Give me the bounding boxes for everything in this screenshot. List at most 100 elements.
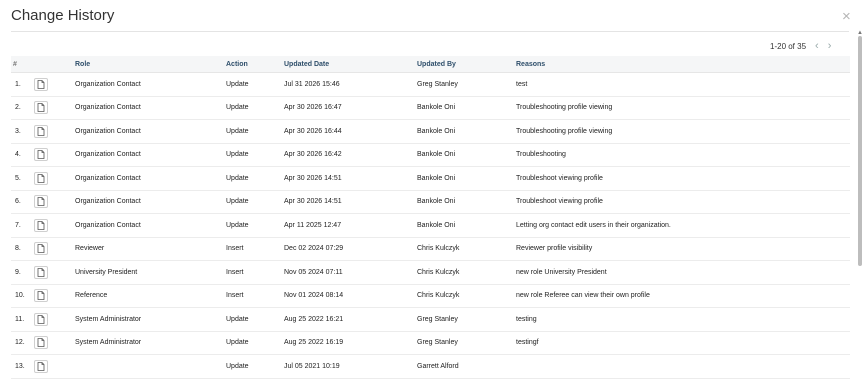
row-role: Reference — [75, 292, 108, 300]
row-updated-by: Bankole Oni — [417, 127, 456, 135]
row-role: Organization Contact — [75, 221, 141, 229]
row-updated-date: Apr 30 2026 14:51 — [284, 198, 342, 206]
row-action: Update — [226, 198, 249, 206]
header-role[interactable]: Role — [75, 61, 226, 68]
table-row: 11. System Administrator Update Aug 25 2022… — [11, 308, 850, 332]
pagination-range: 1-20 of 35 — [770, 41, 807, 51]
row-updated-by: Garrett Alford — [417, 362, 459, 370]
document-icon[interactable] — [34, 148, 48, 162]
row-action: Insert — [226, 268, 244, 276]
scrollbar-thumb[interactable] — [858, 36, 862, 266]
row-action: Insert — [226, 292, 244, 300]
row-updated-date: Jul 05 2021 10:19 — [284, 362, 340, 370]
document-icon[interactable] — [34, 124, 48, 138]
row-number: 5. — [15, 174, 21, 182]
row-updated-by: Bankole Oni — [417, 174, 456, 182]
row-role: Organization Contact — [75, 151, 141, 159]
chevron-right-icon[interactable]: › — [828, 40, 832, 52]
row-number: 10. — [15, 292, 25, 300]
document-icon[interactable] — [34, 336, 48, 350]
row-role: University President — [75, 268, 138, 276]
row-reason: Troubleshooting profile viewing — [516, 104, 613, 112]
row-reason: test — [516, 80, 528, 88]
row-updated-date: Apr 30 2026 16:42 — [284, 151, 342, 159]
row-reason: testingf — [516, 339, 539, 347]
row-role: Organization Contact — [75, 104, 141, 112]
row-reason: Troubleshoot viewing profile — [516, 174, 603, 182]
row-updated-by: Chris Kulczyk — [417, 292, 460, 300]
row-action: Update — [226, 221, 249, 229]
row-updated-by: Greg Stanley — [417, 80, 458, 88]
row-action: Insert — [226, 245, 244, 253]
document-icon[interactable] — [34, 242, 48, 256]
pagination: 1-20 of 35 ‹ › — [770, 40, 831, 52]
table-row: 2. Organization Contact Update Apr 30 2026 … — [11, 97, 850, 120]
row-action: Update — [226, 104, 249, 112]
row-number: 7. — [15, 221, 21, 229]
document-icon[interactable] — [34, 195, 48, 209]
document-icon[interactable] — [34, 265, 48, 279]
row-reason: Troubleshooting profile viewing — [516, 127, 613, 135]
header-updated-by[interactable]: Updated By — [417, 61, 516, 68]
row-updated-date: Apr 30 2026 16:44 — [284, 127, 342, 135]
document-icon[interactable] — [34, 101, 48, 115]
row-role: Organization Contact — [75, 198, 141, 206]
row-role: System Administrator — [75, 315, 142, 323]
table-row: 3. Organization Contact Update Apr 30 2026 … — [11, 120, 850, 144]
row-updated-by: Bankole Oni — [417, 151, 456, 159]
table-body: 1. Organization Contact Update Jul 31 2026 … — [11, 73, 850, 379]
row-updated-date: Jul 31 2026 15:46 — [284, 80, 340, 88]
change-history-table: # Role Action Updated Date Updated By Re… — [11, 56, 850, 379]
table-row: 8. Reviewer Insert Dec 02 2024 07:29 Chris K… — [11, 238, 850, 261]
table-row: 7. Organization Contact Update Apr 11 2025 … — [11, 214, 850, 238]
row-number: 2. — [15, 104, 21, 112]
row-updated-date: Nov 01 2024 08:14 — [284, 292, 344, 300]
row-updated-date: Aug 25 2022 16:21 — [284, 315, 344, 323]
row-role: Reviewer — [75, 245, 105, 253]
row-reason: new role Referee can view their own prof… — [516, 292, 650, 300]
table-row: 12. System Administrator Update Aug 25 2022… — [11, 332, 850, 355]
row-number: 3. — [15, 127, 21, 135]
row-action: Update — [226, 151, 249, 159]
close-icon[interactable]: × — [842, 8, 851, 25]
header-reasons[interactable]: Reasons — [516, 61, 850, 68]
row-role: Organization Contact — [75, 174, 141, 182]
row-updated-by: Chris Kulczyk — [417, 245, 460, 253]
table-header: # Role Action Updated Date Updated By Re… — [11, 56, 850, 73]
header-action[interactable]: Action — [226, 61, 284, 68]
row-action: Update — [226, 362, 249, 370]
row-number: 11. — [15, 315, 25, 323]
table-row: 10. Reference Insert Nov 01 2024 08:14 Chris… — [11, 285, 850, 308]
table-row: 1. Organization Contact Update Jul 31 2026 … — [11, 73, 850, 97]
row-updated-date: Apr 11 2025 12:47 — [284, 221, 342, 229]
row-updated-date: Apr 30 2026 14:51 — [284, 174, 342, 182]
row-action: Update — [226, 174, 249, 182]
row-reason: Troubleshoot viewing profile — [516, 198, 603, 206]
row-updated-date: Aug 25 2022 16:19 — [284, 339, 344, 347]
header-updated-date[interactable]: Updated Date — [284, 61, 417, 68]
table-row: 13. Update Jul 05 2021 10:19 Garrett Alford — [11, 355, 850, 379]
row-action: Update — [226, 127, 249, 135]
row-updated-date: Apr 30 2026 16:47 — [284, 104, 342, 112]
document-icon[interactable] — [34, 289, 48, 303]
row-updated-by: Bankole Oni — [417, 198, 456, 206]
row-updated-by: Greg Stanley — [417, 339, 458, 347]
document-icon[interactable] — [34, 171, 48, 185]
row-action: Update — [226, 339, 249, 347]
row-reason: Reviewer profile visibility — [516, 245, 593, 253]
row-number: 6. — [15, 198, 21, 206]
row-number: 12. — [15, 339, 25, 347]
document-icon[interactable] — [34, 359, 48, 373]
row-action: Update — [226, 80, 249, 88]
row-updated-date: Nov 05 2024 07:11 — [284, 268, 343, 276]
document-icon[interactable] — [34, 312, 48, 326]
table-row: 6. Organization Contact Update Apr 30 2026 … — [11, 191, 850, 214]
row-updated-date: Dec 02 2024 07:29 — [284, 245, 344, 253]
document-icon[interactable] — [34, 77, 48, 91]
chevron-left-icon[interactable]: ‹ — [815, 40, 819, 52]
title-divider — [11, 31, 849, 32]
row-updated-by: Greg Stanley — [417, 315, 458, 323]
row-number: 1. — [15, 80, 21, 88]
document-icon[interactable] — [34, 218, 48, 232]
row-updated-by: Chris Kulczyk — [417, 268, 460, 276]
